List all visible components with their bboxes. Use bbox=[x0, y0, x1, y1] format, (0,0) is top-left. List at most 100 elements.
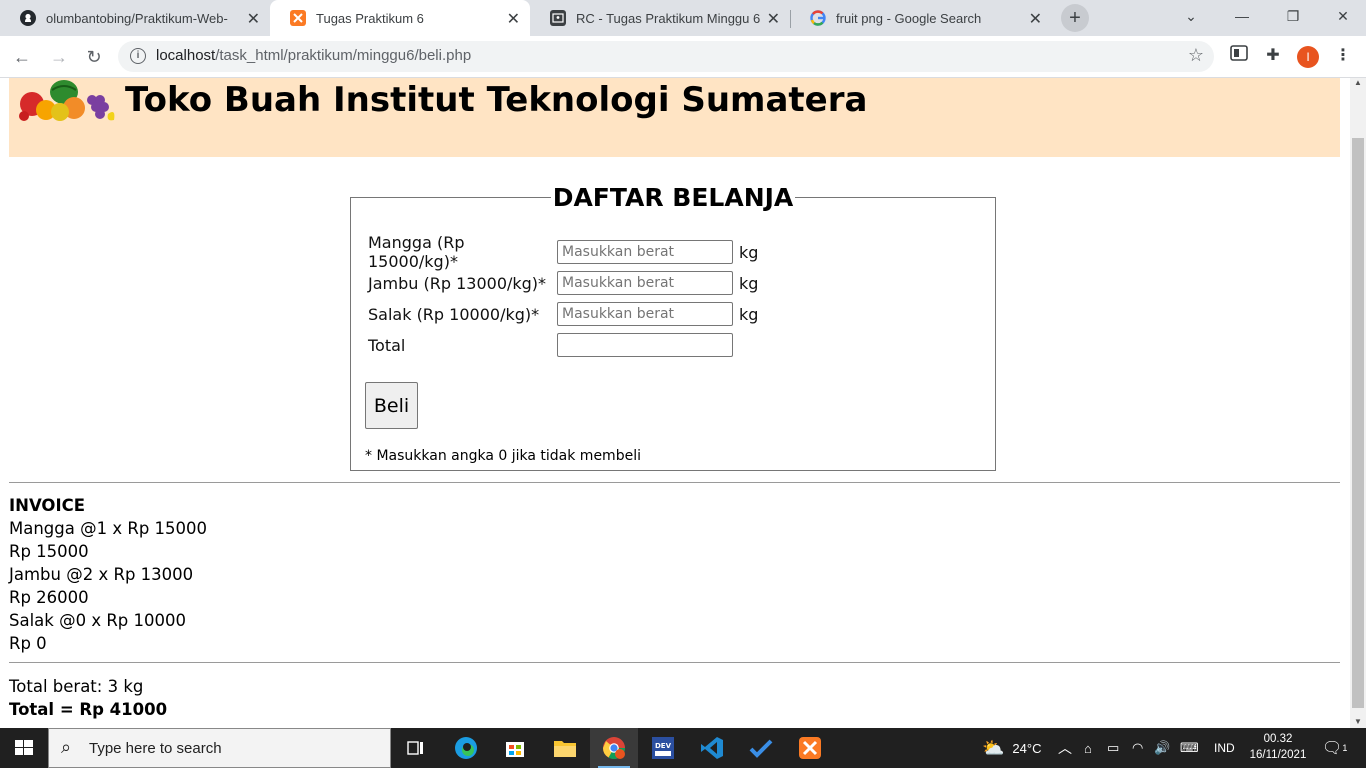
invoice-heading: INVOICE bbox=[9, 496, 85, 515]
meet-now-icon[interactable]: ⌂ bbox=[1084, 728, 1092, 768]
chrome-taskbar-icon[interactable] bbox=[590, 728, 638, 768]
total-input[interactable] bbox=[557, 333, 733, 357]
volume-icon[interactable]: 🔊 bbox=[1154, 728, 1170, 768]
weather-widget[interactable]: ⛅ 24°C bbox=[982, 728, 1041, 768]
weather-cloud-icon: ⛅ bbox=[982, 737, 1005, 758]
tab-title: RC - Tugas Praktikum Minggu 6 bbox=[576, 10, 761, 26]
windows-logo-icon bbox=[15, 740, 33, 755]
close-window-button[interactable]: ✕ bbox=[1320, 0, 1366, 32]
forward-icon[interactable]: → bbox=[45, 43, 73, 71]
start-button[interactable] bbox=[0, 728, 48, 768]
weather-temp: 24°C bbox=[1012, 740, 1042, 756]
todo-icon[interactable] bbox=[737, 728, 785, 768]
menu-kebab-icon[interactable]: ⋮ bbox=[1332, 45, 1354, 67]
mangga-weight-input[interactable] bbox=[557, 240, 733, 264]
fruits-logo-icon bbox=[19, 80, 115, 121]
unit-label: kg bbox=[739, 304, 759, 324]
field-salak: Salak (Rp 10000/kg)* kg bbox=[368, 301, 758, 327]
scrollbar-thumb[interactable] bbox=[1352, 138, 1364, 708]
site-header: Toko Buah Institut Teknologi Sumatera bbox=[9, 78, 1340, 157]
github-icon bbox=[20, 10, 36, 26]
invoice-line: Mangga @1 x Rp 15000 bbox=[9, 519, 208, 538]
field-label: Mangga (Rp 15000/kg)* bbox=[368, 233, 465, 271]
system-clock[interactable]: 00.32 16/11/2021 bbox=[1248, 731, 1308, 763]
notification-center-icon[interactable]: 🗨 1 bbox=[1322, 728, 1347, 768]
wifi-icon[interactable]: ◠ bbox=[1132, 728, 1143, 768]
total-price: Total = Rp 41000 bbox=[9, 700, 168, 719]
page-viewport: Toko Buah Institut Teknologi Sumatera DA… bbox=[0, 78, 1350, 728]
invoice-totals: Total berat: 3 kg Total = Rp 41000 bbox=[9, 675, 167, 721]
xampp-taskbar-icon[interactable] bbox=[786, 728, 834, 768]
browser-tab-strip: olumbantobing/Praktikum-Web- ✕ Tugas Pra… bbox=[0, 0, 1366, 36]
windows-taskbar: ⌕ Type here to search DEV ⛅ 24°C ︿ ⌂ ▭ ◠… bbox=[0, 728, 1366, 768]
field-label: Salak (Rp 10000/kg)* bbox=[368, 304, 540, 324]
invoice-line: Rp 0 bbox=[9, 634, 47, 653]
site-title: Toko Buah Institut Teknologi Sumatera bbox=[125, 80, 868, 120]
site-info-icon[interactable]: i bbox=[130, 48, 146, 64]
salak-weight-input[interactable] bbox=[557, 302, 733, 326]
invoice-line: Rp 26000 bbox=[9, 588, 89, 607]
dev-icon[interactable]: DEV bbox=[639, 728, 687, 768]
address-bar[interactable]: i localhost/task_html/praktikum/minggu6/… bbox=[118, 41, 1214, 72]
extensions-puzzle-icon[interactable]: ✚ bbox=[1262, 45, 1284, 67]
field-mangga: Mangga (Rp 15000/kg)* kg bbox=[368, 233, 759, 271]
minimize-button[interactable]: — bbox=[1219, 0, 1265, 32]
edge-icon[interactable] bbox=[442, 728, 490, 768]
shopping-form: DAFTAR BELANJA Mangga (Rp 15000/kg)* kg … bbox=[350, 183, 996, 471]
clock-time: 00.32 bbox=[1263, 733, 1293, 745]
page-scrollbar[interactable]: ▲ ▼ bbox=[1350, 78, 1366, 728]
task-view-icon[interactable] bbox=[392, 728, 440, 768]
reading-mode-icon[interactable] bbox=[1228, 45, 1250, 67]
back-icon[interactable]: ← bbox=[8, 43, 36, 71]
reload-icon[interactable]: ↻ bbox=[80, 43, 108, 71]
language-indicator[interactable]: IND bbox=[1214, 728, 1235, 768]
new-tab-button[interactable]: + bbox=[1061, 4, 1089, 32]
field-label: Total bbox=[368, 335, 406, 355]
url-path: /task_html/praktikum/minggu6/beli.php bbox=[215, 47, 472, 64]
invoice-line: Salak @0 x Rp 10000 bbox=[9, 611, 187, 630]
unit-label: kg bbox=[739, 273, 759, 293]
clock-date: 16/11/2021 bbox=[1249, 749, 1307, 761]
svg-text:DEV: DEV bbox=[655, 742, 672, 750]
beli-button[interactable]: Beli bbox=[365, 382, 418, 429]
tab-title: Tugas Praktikum 6 bbox=[316, 10, 424, 26]
tab-google-search[interactable]: fruit png - Google Search ✕ bbox=[790, 0, 1052, 36]
unit-label: kg bbox=[739, 242, 759, 262]
google-icon bbox=[810, 10, 826, 26]
scroll-down-icon[interactable]: ▼ bbox=[1354, 717, 1362, 726]
notification-count: 1 bbox=[1342, 743, 1348, 753]
restore-button[interactable]: ❐ bbox=[1270, 0, 1316, 32]
close-tab-icon[interactable]: ✕ bbox=[247, 9, 260, 29]
field-label: Jambu (Rp 13000/kg)* bbox=[368, 273, 547, 293]
url-host: localhost bbox=[156, 47, 216, 64]
scroll-up-icon[interactable]: ▲ bbox=[1354, 78, 1362, 87]
jambu-weight-input[interactable] bbox=[557, 271, 733, 295]
file-explorer-icon[interactable] bbox=[541, 728, 589, 768]
tab-tugas-praktikum[interactable]: Tugas Praktikum 6 ✕ bbox=[270, 0, 530, 36]
field-jambu: Jambu (Rp 13000/kg)* kg bbox=[368, 270, 758, 296]
vscode-icon[interactable] bbox=[688, 728, 736, 768]
show-hidden-icons-chevron-icon[interactable]: ︿ bbox=[1058, 728, 1072, 768]
invoice-section: INVOICE Mangga @1 x Rp 15000 Rp 15000 Ja… bbox=[9, 494, 207, 655]
xampp-icon bbox=[290, 10, 306, 26]
tab-github[interactable]: olumbantobing/Praktikum-Web- ✕ bbox=[0, 0, 270, 36]
tab-title: fruit png - Google Search bbox=[836, 10, 982, 26]
tab-search-chevron-icon[interactable]: ⌄ bbox=[1168, 0, 1214, 32]
bookmark-star-icon[interactable]: ☆ bbox=[1188, 45, 1204, 66]
url-text: localhost/task_html/praktikum/minggu6/be… bbox=[156, 47, 471, 64]
microsoft-store-icon[interactable] bbox=[491, 728, 539, 768]
browser-toolbar: ← → ↻ i localhost/task_html/praktikum/mi… bbox=[0, 36, 1366, 78]
search-placeholder: Type here to search bbox=[89, 740, 222, 757]
classroom-icon bbox=[550, 10, 566, 26]
profile-avatar[interactable]: I bbox=[1297, 46, 1319, 68]
taskbar-search[interactable]: ⌕ Type here to search bbox=[48, 728, 391, 768]
divider bbox=[9, 482, 1340, 483]
keyboard-icon[interactable]: ⌨ bbox=[1180, 728, 1199, 768]
field-total: Total bbox=[368, 332, 733, 358]
battery-icon[interactable]: ▭ bbox=[1107, 728, 1119, 768]
divider bbox=[9, 662, 1340, 663]
close-tab-icon[interactable]: ✕ bbox=[1029, 9, 1042, 29]
close-tab-icon[interactable]: ✕ bbox=[507, 9, 520, 29]
close-tab-icon[interactable]: ✕ bbox=[767, 9, 780, 29]
tab-classroom[interactable]: RC - Tugas Praktikum Minggu 6 ✕ bbox=[530, 0, 790, 36]
